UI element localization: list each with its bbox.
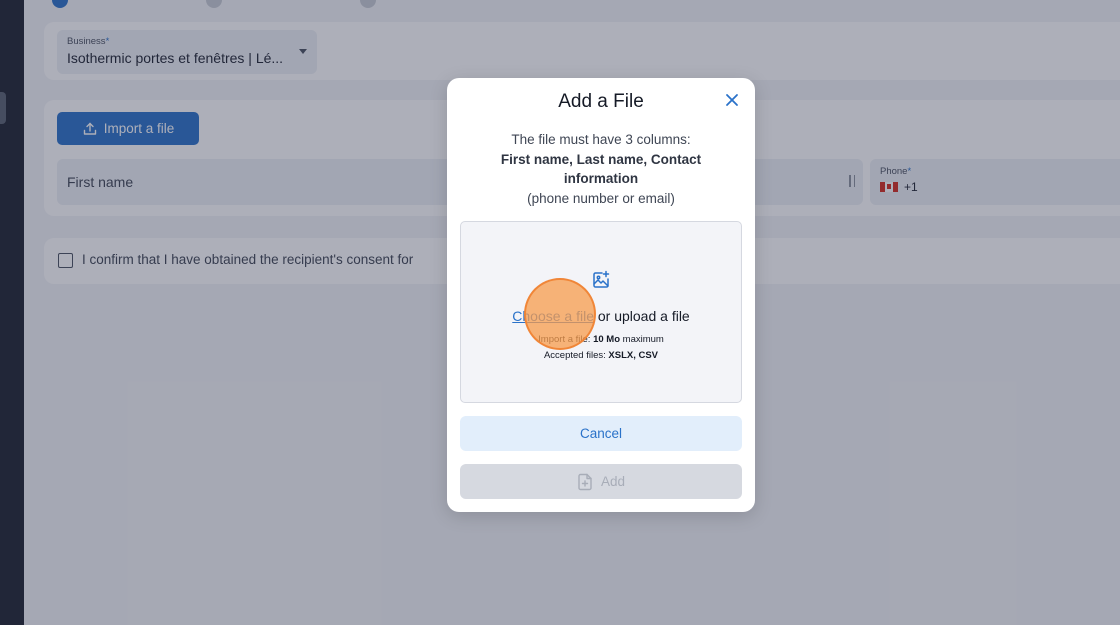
add-file-dialog: Add a File The file must have 3 columns:… xyxy=(447,78,755,512)
desc-line-1: The file must have 3 columns: xyxy=(511,132,691,147)
choose-file-link[interactable]: Choose a file xyxy=(512,308,594,324)
desc-line-3: (phone number or email) xyxy=(527,190,675,206)
upload-text: or upload a file xyxy=(593,308,690,324)
cancel-button[interactable]: Cancel xyxy=(460,416,742,451)
desc-line-2: First name, Last name, Contact informati… xyxy=(500,151,702,187)
dialog-title: Add a File xyxy=(558,91,644,112)
file-add-icon xyxy=(578,473,592,490)
dropzone-prompt: Choose a file or upload a file xyxy=(461,308,741,324)
image-add-icon xyxy=(593,270,610,288)
file-dropzone[interactable]: Choose a file or upload a file Import a … xyxy=(460,221,742,403)
import-size-info: Import a file: 10 Mo maximum xyxy=(538,334,664,345)
close-icon[interactable] xyxy=(725,93,739,107)
add-button[interactable]: Add xyxy=(460,464,742,499)
accepted-files-info: Accepted files: XSLX, CSV xyxy=(543,350,659,361)
dialog-description: The file must have 3 columns: First name… xyxy=(471,130,731,208)
add-label: Add xyxy=(600,474,626,489)
